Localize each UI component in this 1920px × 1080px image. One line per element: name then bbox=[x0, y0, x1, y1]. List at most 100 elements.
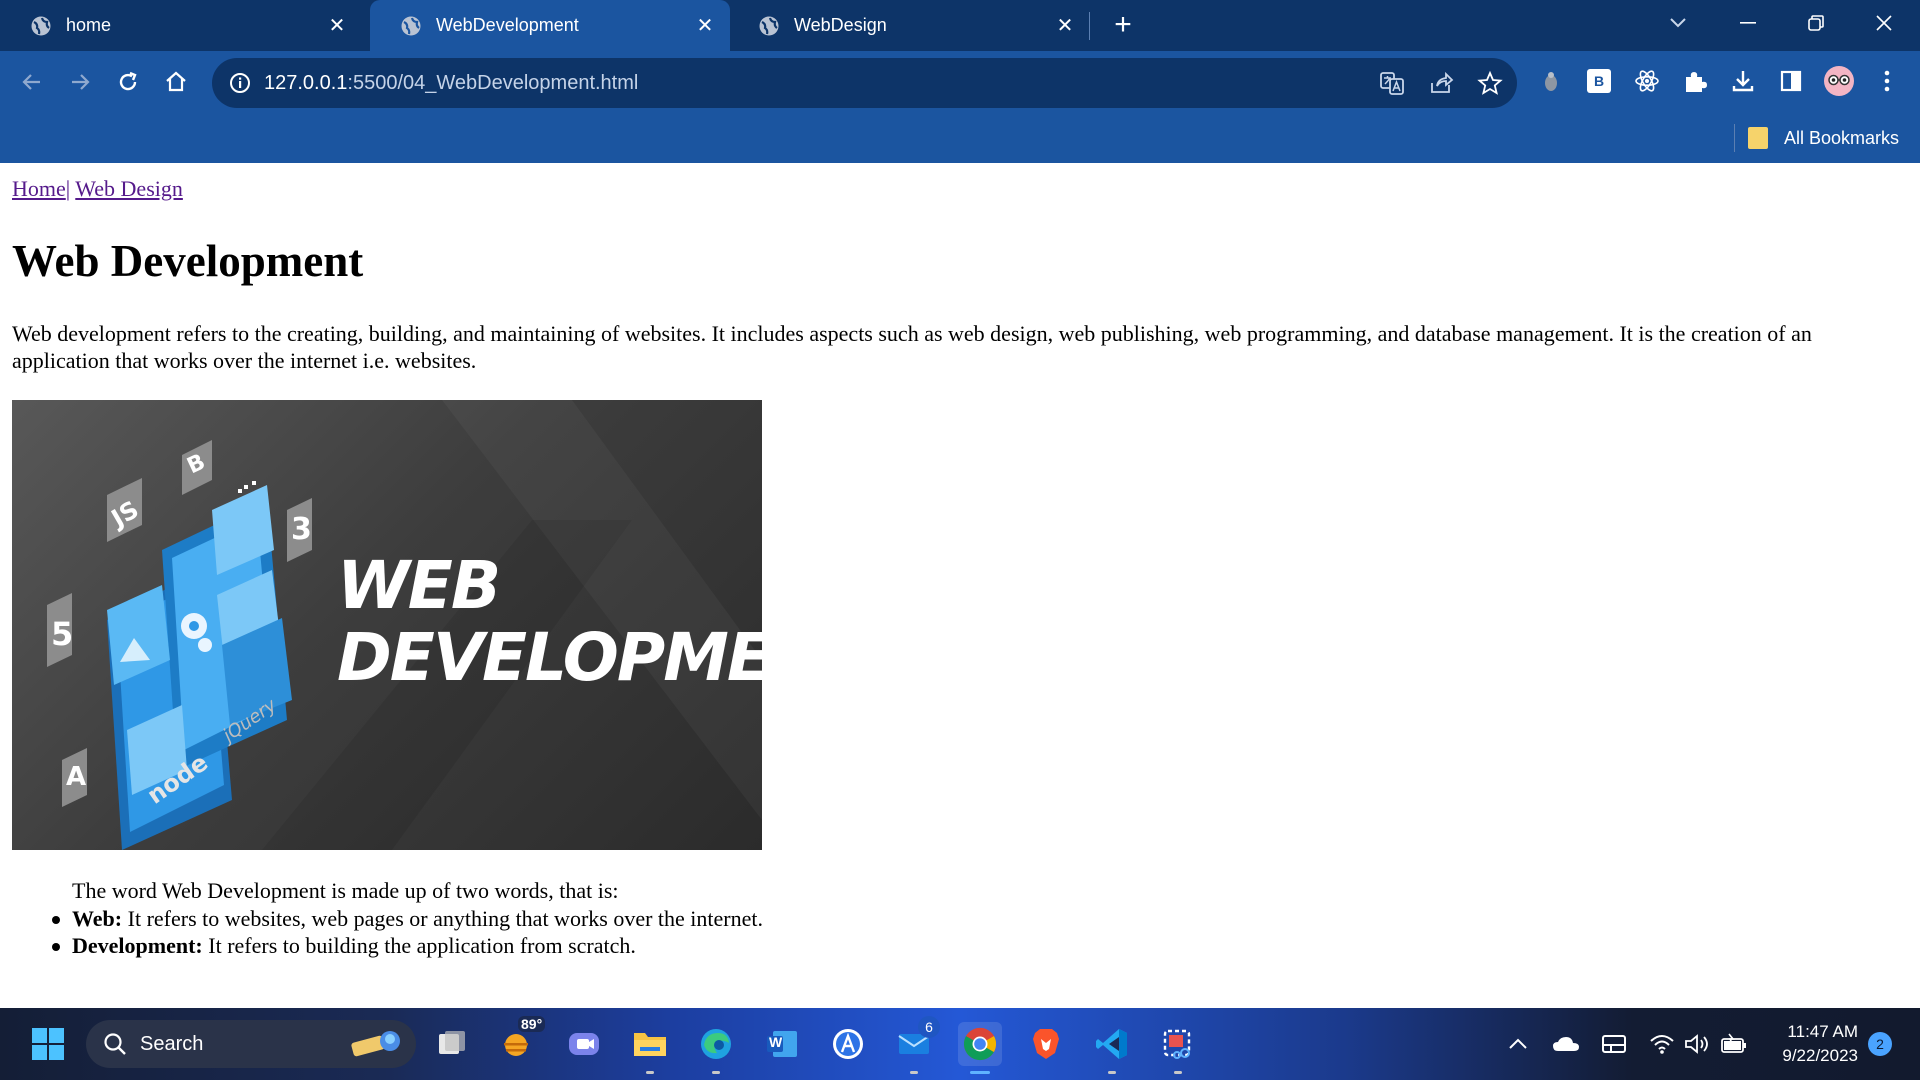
extension-b-icon[interactable]: B bbox=[1582, 64, 1616, 98]
reload-button[interactable] bbox=[110, 64, 146, 100]
breadcrumb: Home| Web Design bbox=[12, 176, 183, 202]
app-a-icon bbox=[833, 1029, 863, 1059]
task-view-button[interactable] bbox=[430, 1022, 474, 1066]
angular-badge-label: A bbox=[66, 762, 87, 792]
tab-webdesign[interactable]: WebDesign ✕ bbox=[728, 0, 1090, 51]
banner-title: WEB DEVELOPMENT bbox=[337, 550, 762, 694]
cloud-icon bbox=[1553, 1037, 1579, 1051]
restore-button[interactable] bbox=[1788, 0, 1844, 46]
chrome-button[interactable] bbox=[958, 1022, 1002, 1074]
running-indicator bbox=[970, 1071, 990, 1074]
running-indicator bbox=[910, 1071, 918, 1074]
teams-icon bbox=[569, 1033, 599, 1055]
translate-icon[interactable] bbox=[1377, 68, 1407, 98]
list-item-definition: It refers to building the application fr… bbox=[202, 933, 636, 958]
running-indicator bbox=[1174, 1071, 1182, 1074]
web-development-banner-image: JS B 3 5 A node jQuery WEB DEVELOPMENT bbox=[12, 400, 762, 850]
forward-button[interactable] bbox=[62, 64, 98, 100]
chrome-icon bbox=[963, 1027, 997, 1061]
list-item-term: Web: bbox=[72, 906, 123, 931]
share-icon[interactable] bbox=[1426, 68, 1456, 98]
show-hidden-icons-button[interactable] bbox=[1496, 1022, 1540, 1066]
close-icon[interactable]: ✕ bbox=[322, 11, 352, 41]
web-design-link[interactable]: Web Design bbox=[75, 176, 183, 201]
snipping-tool-button[interactable] bbox=[1156, 1022, 1200, 1074]
close-window-button[interactable] bbox=[1856, 0, 1912, 46]
mail-button[interactable]: 6 bbox=[892, 1016, 940, 1074]
battery-button[interactable] bbox=[1712, 1022, 1756, 1066]
list-item-term: Development: bbox=[72, 933, 203, 958]
all-bookmarks-label: All Bookmarks bbox=[1784, 127, 1900, 148]
close-icon[interactable]: ✕ bbox=[1050, 11, 1080, 41]
minimize-button[interactable] bbox=[1720, 0, 1776, 46]
app-store-button[interactable] bbox=[826, 1022, 870, 1066]
menu-kebab-icon[interactable] bbox=[1870, 64, 1904, 98]
home-button[interactable] bbox=[158, 64, 194, 100]
brave-lion-icon bbox=[1033, 1029, 1059, 1059]
notification-badge[interactable]: 2 bbox=[1868, 1032, 1892, 1056]
task-view-icon bbox=[439, 1031, 465, 1054]
arrow-left-icon bbox=[22, 74, 40, 90]
edge-button[interactable] bbox=[694, 1022, 738, 1074]
words-intro-text: The word Web Development is made up of t… bbox=[72, 878, 619, 903]
back-button[interactable] bbox=[14, 64, 50, 100]
bookmark-star-icon[interactable] bbox=[1475, 68, 1505, 98]
bookmarks-separator bbox=[1734, 124, 1735, 152]
extension-b-label: B bbox=[1587, 69, 1611, 93]
file-explorer-button[interactable] bbox=[628, 1022, 672, 1074]
list-item: Development: It refers to building the a… bbox=[52, 932, 763, 959]
clock-date: 9/22/2023 bbox=[1782, 1046, 1858, 1065]
snipping-tool-icon bbox=[1163, 1029, 1191, 1059]
clock-time: 11:47 AM bbox=[1787, 1022, 1858, 1041]
search-label: Search bbox=[140, 1032, 204, 1055]
tray-device-button[interactable] bbox=[1592, 1022, 1636, 1066]
word-button[interactable]: W bbox=[760, 1022, 804, 1066]
css-badge-label: 3 bbox=[291, 512, 312, 547]
tab-title: WebDesign bbox=[794, 15, 887, 35]
battery-charging-icon bbox=[1721, 1033, 1746, 1053]
browser-chrome: home ✕ WebDevelopment ✕ WebDesign ✕ + 12… bbox=[0, 0, 1920, 163]
word-list: Web: It refers to websites, web pages or… bbox=[52, 905, 763, 959]
info-icon[interactable] bbox=[226, 69, 254, 97]
running-indicator bbox=[712, 1071, 720, 1074]
weather-widget[interactable]: 89° bbox=[496, 1016, 546, 1066]
system-clock[interactable]: 11:47 AM 9/22/2023 bbox=[1762, 1020, 1858, 1068]
taskbar-search[interactable]: Search bbox=[86, 1020, 416, 1068]
arrow-right-icon bbox=[72, 74, 90, 90]
wifi-icon bbox=[1650, 1035, 1674, 1054]
address-url: 127.0.0.1:5500/04_WebDevelopment.html bbox=[264, 72, 638, 95]
html-badge-label: 5 bbox=[51, 615, 74, 653]
chevron-up-icon bbox=[1509, 1038, 1527, 1049]
close-icon[interactable]: ✕ bbox=[690, 11, 720, 41]
tab-strip: home ✕ WebDevelopment ✕ WebDesign ✕ + bbox=[0, 0, 1920, 51]
brave-button[interactable] bbox=[1024, 1022, 1068, 1066]
downloads-icon[interactable] bbox=[1726, 64, 1760, 98]
react-devtools-icon[interactable] bbox=[1630, 64, 1664, 98]
running-indicator bbox=[646, 1071, 654, 1074]
close-icon bbox=[1876, 15, 1892, 31]
url-path: :5500/04_WebDevelopment.html bbox=[347, 71, 639, 94]
teams-button[interactable] bbox=[562, 1022, 606, 1066]
vscode-icon bbox=[1096, 1029, 1127, 1059]
all-bookmarks-button[interactable]: All Bookmarks bbox=[1748, 121, 1899, 155]
mail-badge: 6 bbox=[918, 1016, 940, 1038]
vscode-button[interactable] bbox=[1090, 1022, 1134, 1074]
web-page: Home| Web Design Web Development Web dev… bbox=[0, 163, 1920, 1008]
home-link[interactable]: Home bbox=[12, 176, 66, 201]
side-panel-icon[interactable] bbox=[1774, 64, 1808, 98]
new-tab-button[interactable]: + bbox=[1106, 8, 1140, 42]
profile-avatar[interactable] bbox=[1822, 64, 1856, 98]
tab-search-button[interactable] bbox=[1650, 0, 1706, 46]
url-host: 127.0.0.1 bbox=[264, 71, 348, 94]
weather-sun-icon bbox=[504, 1034, 528, 1056]
running-indicator bbox=[1108, 1071, 1116, 1074]
home-icon bbox=[166, 71, 186, 92]
address-bar[interactable]: 127.0.0.1:5500/04_WebDevelopment.html bbox=[212, 58, 1517, 108]
search-highlight-icon bbox=[351, 1031, 400, 1057]
tab-webdevelopment[interactable]: WebDevelopment ✕ bbox=[370, 0, 730, 51]
extensions-puzzle-icon[interactable] bbox=[1678, 64, 1712, 98]
tab-home[interactable]: home ✕ bbox=[0, 0, 362, 51]
start-button[interactable] bbox=[26, 1022, 70, 1066]
extension-dot-icon[interactable] bbox=[1534, 64, 1568, 98]
onedrive-button[interactable] bbox=[1544, 1022, 1588, 1066]
